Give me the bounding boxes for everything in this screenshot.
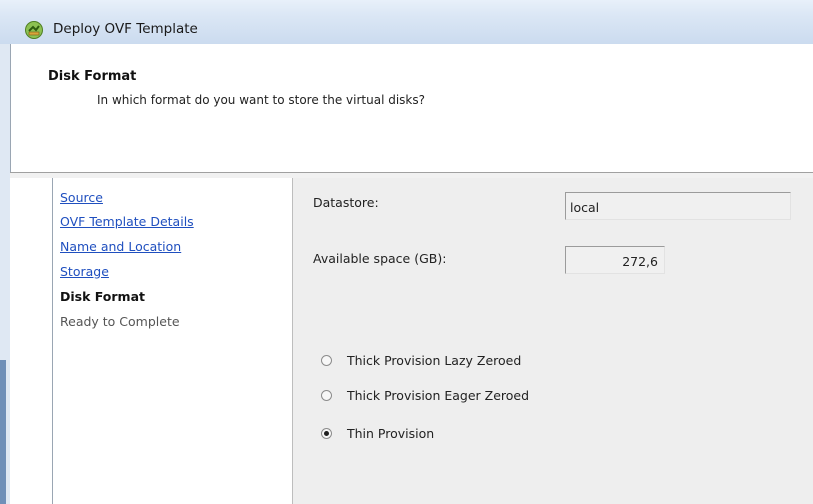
available-space-label: Available space (GB): <box>313 251 447 266</box>
radio-thick-lazy-zeroed[interactable] <box>321 355 332 366</box>
window-left-edge-accent <box>0 360 6 504</box>
page-subtitle: In which format do you want to store the… <box>97 93 426 107</box>
radio-selected-dot <box>324 431 329 436</box>
wizard-header: Disk Format In which format do you want … <box>10 44 813 172</box>
window-title: Deploy OVF Template <box>53 21 198 37</box>
title-bar: Deploy OVF Template <box>0 0 813 45</box>
nav-step-storage[interactable]: Storage <box>60 264 109 279</box>
wizard-steps-nav: Source OVF Template Details Name and Loc… <box>52 178 293 504</box>
nav-frame <box>10 178 52 504</box>
radio-label-thick-lazy-zeroed[interactable]: Thick Provision Lazy Zeroed <box>347 353 521 368</box>
page-title: Disk Format <box>48 69 137 84</box>
available-space-field: 272,6 <box>565 246 665 274</box>
nav-step-source[interactable]: Source <box>60 190 103 205</box>
nav-step-ovf-template-details[interactable]: OVF Template Details <box>60 214 194 229</box>
radio-label-thick-eager-zeroed[interactable]: Thick Provision Eager Zeroed <box>347 388 529 403</box>
radio-thick-eager-zeroed[interactable] <box>321 390 332 401</box>
radio-label-thin-provision[interactable]: Thin Provision <box>347 426 434 441</box>
radio-thin-provision[interactable] <box>321 428 332 439</box>
nav-step-ready-to-complete: Ready to Complete <box>60 314 180 329</box>
deploy-ovf-icon <box>25 21 43 39</box>
datastore-field: local <box>565 192 791 220</box>
datastore-value: local <box>570 200 600 215</box>
available-space-value: 272,6 <box>622 254 658 269</box>
nav-step-name-and-location[interactable]: Name and Location <box>60 239 181 254</box>
datastore-label: Datastore: <box>313 195 379 210</box>
disk-format-panel: Datastore: local Available space (GB): 2… <box>292 178 813 504</box>
nav-step-disk-format: Disk Format <box>60 289 145 304</box>
